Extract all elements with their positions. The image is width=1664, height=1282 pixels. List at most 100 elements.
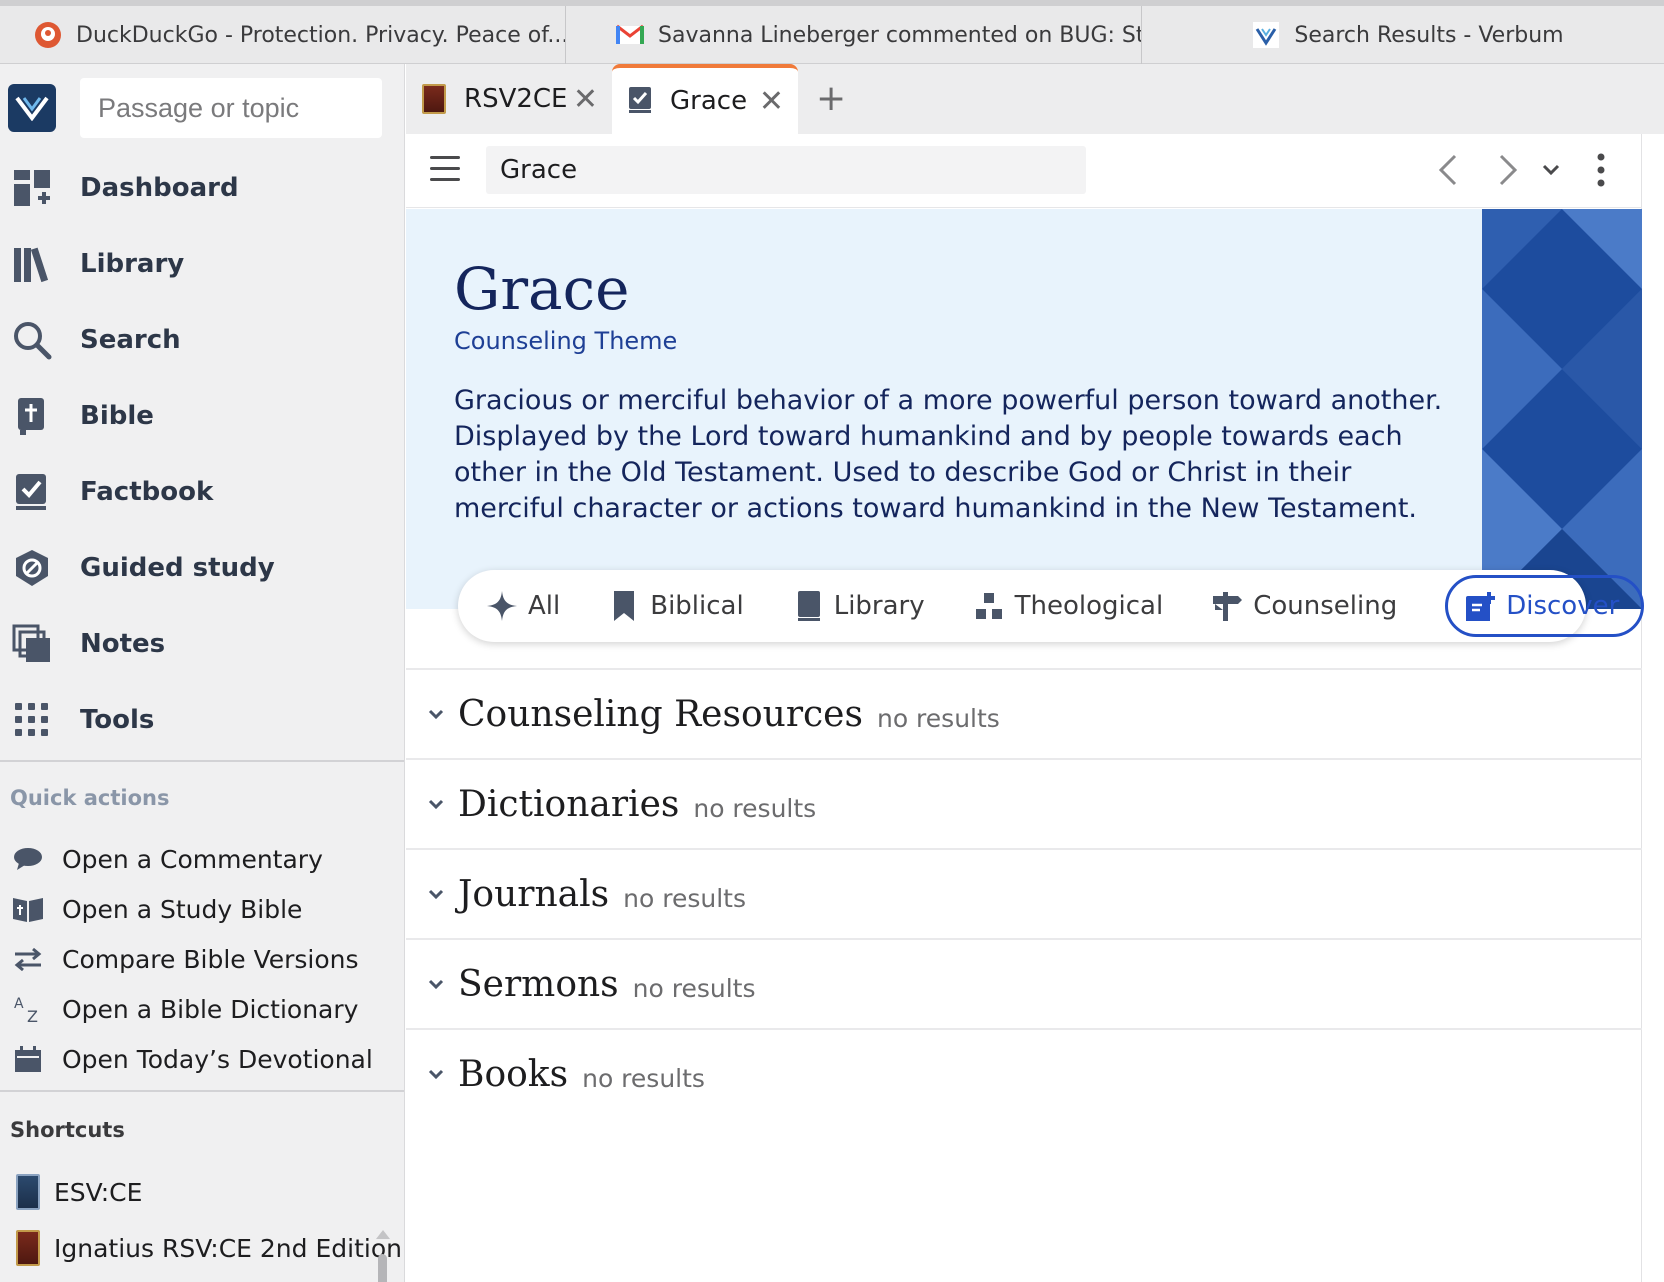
result-section-count: no results — [876, 703, 1000, 733]
filter-label: All — [528, 591, 561, 621]
add-tab-button[interactable]: + — [816, 78, 846, 119]
sidebar-item-tools[interactable]: Tools — [0, 682, 404, 758]
shortcut-ignatius-rsv[interactable]: Ignatius RSV:CE 2nd Edition — [0, 1220, 404, 1276]
chevron-down-icon — [428, 799, 448, 809]
chevron-left-icon — [1438, 154, 1457, 186]
quick-action-dictionary[interactable]: AZ Open a Bible Dictionary — [0, 984, 404, 1034]
history-dropdown-button[interactable] — [1538, 148, 1564, 192]
sidebar-item-label: Library — [80, 249, 185, 279]
quick-action-label: Open a Bible Dictionary — [62, 994, 359, 1024]
shortcut-label: ESV:CE — [54, 1177, 143, 1207]
hierarchy-icon — [973, 590, 1005, 622]
browser-tab-gmail[interactable]: Savanna Lineberger commented on BUG: St.… — [566, 6, 1142, 64]
shortcut-esv-ce[interactable]: ESV:CE — [0, 1164, 404, 1220]
chevron-down-icon — [428, 709, 448, 719]
signpost-icon — [1211, 590, 1243, 622]
result-section-journals[interactable]: Journals no results — [406, 848, 1642, 938]
sidebar-item-label: Search — [80, 325, 181, 355]
topic-description: Gracious or merciful behavior of a more … — [454, 385, 1443, 524]
close-icon[interactable]: ✕ — [573, 82, 598, 117]
filter-label: Theological — [1014, 591, 1164, 621]
bible-icon — [10, 394, 54, 438]
quick-action-label: Open a Commentary — [62, 844, 323, 874]
tab-grace[interactable]: Grace ✕ — [612, 64, 798, 134]
sidebar-item-library[interactable]: Library — [0, 226, 404, 302]
book-cover-icon — [16, 1230, 40, 1266]
shortcuts-list: ESV:CE Ignatius RSV:CE 2nd Edition — [0, 1164, 404, 1276]
result-section-dictionaries[interactable]: Dictionaries no results — [406, 758, 1642, 848]
shortcut-label: Ignatius RSV:CE 2nd Edition — [54, 1233, 402, 1263]
app-window: DuckDuckGo - Protection. Privacy. Peace … — [0, 0, 1664, 1282]
result-section-counseling-resources[interactable]: Counseling Resources no results — [406, 668, 1642, 758]
browser-tab-title: DuckDuckGo - Protection. Privacy. Peace … — [76, 22, 566, 48]
filter-library[interactable]: Library — [792, 575, 925, 637]
sidebar-item-factbook[interactable]: Factbook — [0, 454, 404, 530]
verbum-logo[interactable] — [8, 84, 56, 132]
svg-text:A: A — [14, 996, 24, 1012]
menu-icon[interactable] — [430, 156, 460, 182]
close-icon[interactable]: ✕ — [759, 84, 784, 119]
filter-label: Discover — [1506, 591, 1620, 621]
panel-title-field[interactable] — [486, 146, 1086, 194]
result-section-sermons[interactable]: Sermons no results — [406, 938, 1642, 1028]
sidebar-item-label: Bible — [80, 401, 154, 431]
tab-label: RSV2CE — [464, 84, 568, 114]
filter-counseling[interactable]: Counseling — [1211, 575, 1397, 637]
filter-theological[interactable]: Theological — [973, 575, 1164, 637]
forward-button[interactable] — [1490, 148, 1526, 192]
study-bible-icon — [12, 893, 44, 925]
topic-title: Grace — [454, 255, 630, 323]
result-section-name: Books — [458, 1053, 569, 1095]
more-options-button[interactable] — [1588, 148, 1614, 192]
sidebar-item-search[interactable]: Search — [0, 302, 404, 378]
tools-icon — [10, 698, 54, 742]
quick-actions-list: Open a Commentary Open a Study Bible Com… — [0, 834, 404, 1084]
bookmark-icon — [608, 590, 640, 622]
scroll-up-arrow[interactable] — [376, 1230, 390, 1239]
result-section-count: no results — [623, 883, 746, 913]
sidebar-item-label: Dashboard — [80, 173, 239, 203]
browser-tab-duckduckgo[interactable]: DuckDuckGo - Protection. Privacy. Peace … — [0, 6, 566, 64]
sidebar-scrollbar-thumb[interactable] — [378, 1254, 387, 1282]
gmail-icon — [616, 21, 644, 49]
result-section-name: Journals — [458, 873, 610, 915]
verbum-logo-icon — [15, 96, 49, 121]
sidebar-item-label: Tools — [80, 705, 155, 735]
quick-action-label: Open Today’s Devotional — [62, 1044, 373, 1074]
filter-all[interactable]: All — [486, 575, 560, 637]
svg-text:Z: Z — [27, 1007, 38, 1024]
chevron-down-icon — [1542, 164, 1560, 176]
tab-rsv2ce[interactable]: RSV2CE ✕ — [422, 64, 612, 134]
result-section-name: Sermons — [458, 963, 619, 1005]
app-tab-strip: RSV2CE ✕ Grace ✕ + — [406, 64, 1664, 134]
quick-action-study-bible[interactable]: Open a Study Bible — [0, 884, 404, 934]
sidebar-item-notes[interactable]: Notes — [0, 606, 404, 682]
dashboard-icon — [10, 166, 54, 210]
book-cover-icon — [422, 84, 446, 114]
browser-tab-verbum[interactable]: Search Results - Verbum — [1142, 6, 1664, 64]
filter-label: Biblical — [650, 591, 744, 621]
compare-icon — [12, 943, 44, 975]
sidebar-item-bible[interactable]: Bible — [0, 378, 404, 454]
filter-biblical[interactable]: Biblical — [608, 575, 744, 637]
filter-discover[interactable]: Discover — [1445, 575, 1645, 637]
commentary-icon — [12, 843, 44, 875]
sidebar-item-guided-study[interactable]: Guided study — [0, 530, 404, 606]
filter-label: Counseling — [1253, 591, 1398, 621]
shortcuts-title: Shortcuts — [10, 1118, 125, 1142]
topic-hero: Grace Counseling Theme Gracious or merci… — [406, 209, 1642, 609]
result-section-books[interactable]: Books no results — [406, 1028, 1642, 1118]
quick-action-commentary[interactable]: Open a Commentary — [0, 834, 404, 884]
sparkle-icon — [486, 590, 518, 622]
quick-action-devotional[interactable]: Open Today’s Devotional — [0, 1034, 404, 1084]
sidebar-item-dashboard[interactable]: Dashboard — [0, 150, 404, 226]
library-icon — [10, 242, 54, 286]
quick-action-compare[interactable]: Compare Bible Versions — [0, 934, 404, 984]
back-button[interactable] — [1430, 148, 1466, 192]
chevron-down-icon — [428, 979, 448, 989]
passage-search-input[interactable] — [80, 78, 382, 138]
sidebar-divider — [0, 760, 404, 762]
result-section-count: no results — [632, 973, 756, 1003]
quick-action-label: Compare Bible Versions — [62, 944, 359, 974]
quick-actions-title: Quick actions — [10, 786, 170, 810]
